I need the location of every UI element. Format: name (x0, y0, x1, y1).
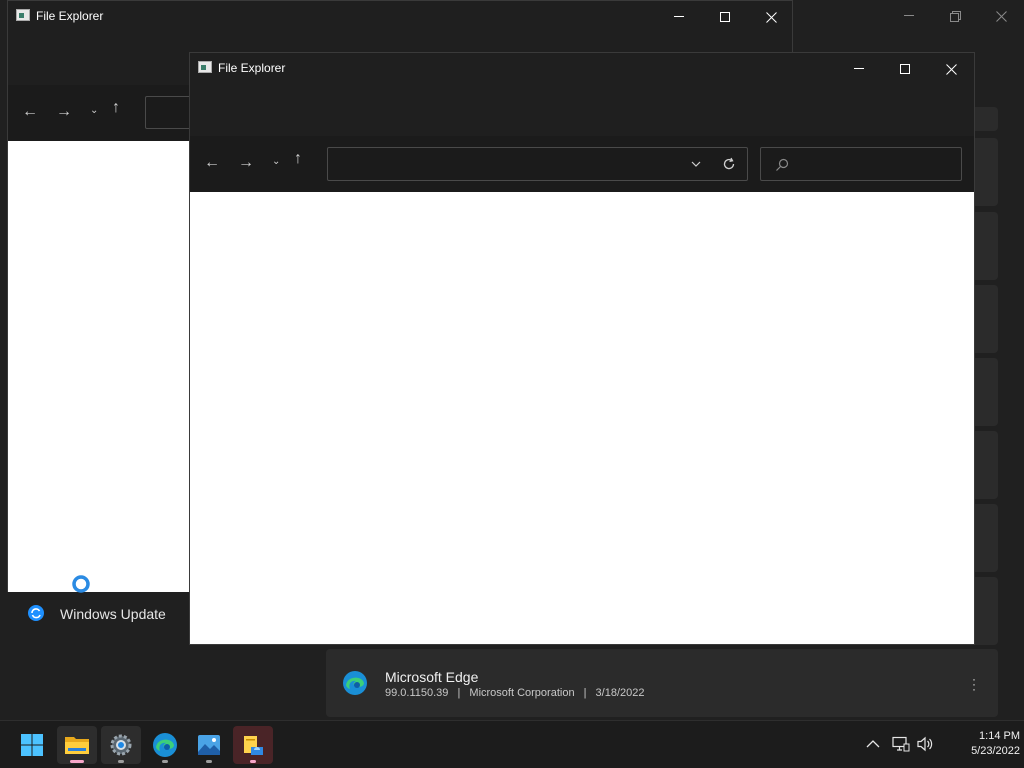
running-indicator (70, 760, 84, 763)
taskbar-settings[interactable] (101, 726, 141, 764)
app-card-edge (974, 212, 998, 280)
close-button[interactable] (748, 1, 794, 33)
app-name: Microsoft Edge (385, 669, 479, 685)
search-icon (776, 158, 789, 171)
start-button[interactable] (12, 726, 52, 764)
minimize-icon (854, 68, 864, 69)
app-card-edge (974, 431, 998, 499)
minimize-button[interactable] (656, 1, 702, 33)
start-icon (21, 734, 43, 756)
title-bar[interactable]: File Explorer (190, 53, 974, 85)
clock-time: 1:14 PM (979, 730, 1020, 742)
window-title: File Explorer (36, 9, 104, 23)
clock-date: 5/23/2022 (971, 745, 1020, 757)
navigation-bar: ← → ⌄ ↑ (190, 136, 974, 192)
back-arrow-icon[interactable]: ← (22, 103, 38, 121)
minimize-icon (904, 15, 914, 16)
settings-minimize-button[interactable] (886, 0, 932, 32)
settings-close-button[interactable] (978, 0, 1024, 32)
window-title: File Explorer (218, 61, 286, 75)
running-indicator (162, 760, 168, 763)
document-folder-icon (244, 736, 263, 755)
separator: | (457, 687, 461, 699)
forward-arrow-icon[interactable]: → (238, 154, 254, 172)
file-explorer-icon (198, 61, 212, 73)
close-icon (995, 10, 1007, 22)
running-indicator (250, 760, 256, 763)
sidebar-item-label: Windows Update (60, 606, 166, 622)
app-publisher: Microsoft Corporation (469, 687, 575, 699)
file-explorer-icon (16, 9, 30, 21)
edge-icon (153, 733, 177, 757)
volume-icon[interactable] (917, 736, 935, 752)
minimize-icon (674, 16, 684, 17)
address-dropdown-chevron-icon[interactable] (691, 160, 701, 168)
running-indicator (118, 760, 124, 763)
show-hidden-icons-chevron-icon[interactable] (866, 739, 880, 749)
app-list-item-edge[interactable]: Microsoft Edge 99.0.1150.39 | Microsoft … (326, 649, 998, 717)
content-area (190, 192, 974, 644)
close-button[interactable] (928, 53, 974, 85)
photos-icon (198, 735, 220, 755)
app-card-edge (974, 504, 998, 572)
app-card-edge (974, 285, 998, 353)
file-explorer-window-front: File Explorer ← → ⌄ ↑ (189, 52, 975, 645)
file-explorer-icon (65, 737, 89, 754)
network-icon[interactable] (892, 736, 910, 752)
minimize-button[interactable] (836, 53, 882, 85)
separator: | (583, 687, 587, 699)
app-version: 99.0.1150.39 (385, 687, 449, 699)
maximize-button[interactable] (882, 53, 928, 85)
restore-icon (949, 10, 961, 22)
up-arrow-icon[interactable]: ↑ (112, 99, 120, 117)
close-icon (765, 11, 777, 23)
loading-spinner-icon (72, 575, 90, 593)
app-install-date: 3/18/2022 (595, 687, 645, 699)
edge-icon (343, 671, 367, 695)
settings-search-strip (974, 107, 998, 131)
app-card-edge (974, 138, 998, 206)
back-arrow-icon[interactable]: ← (204, 154, 220, 172)
app-card-edge (974, 577, 998, 645)
address-bar[interactable] (327, 147, 748, 181)
windows-update-icon (28, 605, 44, 621)
clock[interactable]: 1:14 PM 5/23/2022 (940, 729, 1020, 759)
more-options-icon[interactable]: ··· (972, 673, 976, 695)
maximize-icon (720, 12, 730, 22)
sidebar-item-windows-update[interactable]: Windows Update (18, 600, 188, 628)
close-icon (945, 63, 957, 75)
maximize-icon (900, 64, 910, 74)
title-bar[interactable]: File Explorer (8, 1, 792, 33)
maximize-button[interactable] (702, 1, 748, 33)
search-box[interactable] (760, 147, 962, 181)
settings-icon (110, 734, 132, 756)
forward-arrow-icon[interactable]: → (56, 103, 72, 121)
recent-locations-chevron-icon[interactable]: ⌄ (272, 156, 280, 167)
app-card-edge (974, 358, 998, 426)
recent-locations-chevron-icon[interactable]: ⌄ (90, 105, 98, 116)
taskbar-photos[interactable] (189, 726, 229, 764)
running-indicator (206, 760, 212, 763)
taskbar-edge[interactable] (145, 726, 185, 764)
refresh-icon[interactable] (722, 157, 736, 171)
taskbar-file-explorer[interactable] (57, 726, 97, 764)
taskbar-app-notepad[interactable] (233, 726, 273, 764)
taskbar: 1:14 PM 5/23/2022 (0, 720, 1024, 768)
settings-restore-button[interactable] (932, 0, 978, 32)
up-arrow-icon[interactable]: ↑ (294, 150, 302, 168)
app-details: 99.0.1150.39 | Microsoft Corporation | 3… (385, 687, 644, 699)
